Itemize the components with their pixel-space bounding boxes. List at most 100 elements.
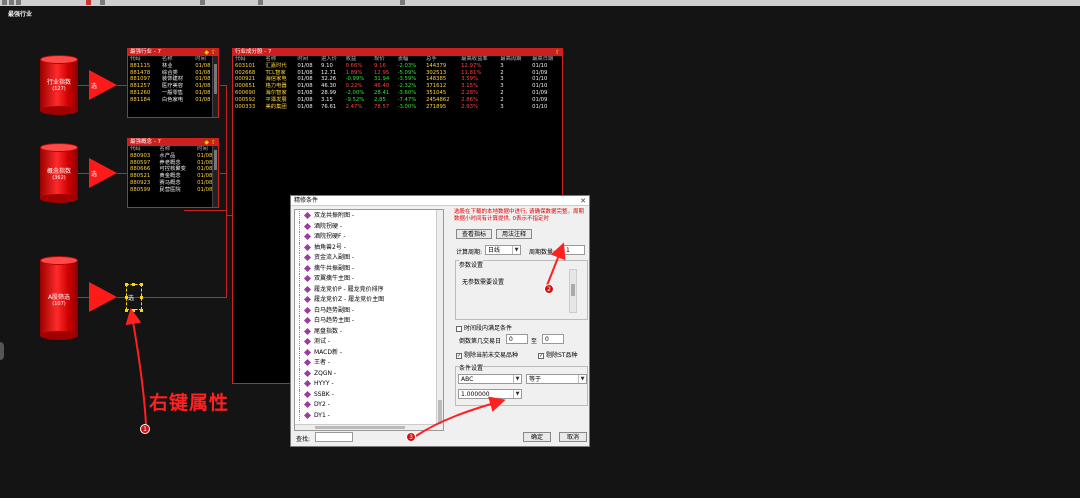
table-row[interactable]: 881115 林业 01/08 <box>128 63 218 70</box>
column-header[interactable]: 名称 <box>157 146 195 153</box>
tree-item[interactable]: 抽角兽2号 - <box>295 242 443 253</box>
table-row[interactable]: 000592 平潭发展 01/08 3.15 -9.52% 2.85 -7.47% 24548… <box>233 97 562 104</box>
column-header[interactable]: 最高收益率 <box>459 56 498 63</box>
exclude-suspended-checkbox[interactable]: ✓ 剔除当前未交易品种 <box>456 350 518 359</box>
chevron-down-icon[interactable]: ▼ <box>513 390 521 398</box>
column-header[interactable]: 最高周期 <box>498 56 530 63</box>
tree-item[interactable]: 白马趋势副图 - <box>295 305 443 316</box>
vertical-scrollbar[interactable] <box>212 146 218 207</box>
chevron-down-icon[interactable]: ▼ <box>578 375 586 383</box>
tree-item[interactable]: 王者 - <box>295 358 443 369</box>
condition-value-select[interactable]: 1.000000 ▼ <box>458 389 522 399</box>
tree-item[interactable]: DY1 - <box>295 410 443 421</box>
column-header[interactable]: 现价 <box>372 56 396 63</box>
cylinder-industry-index[interactable]: 行业指数 (127) <box>40 55 78 115</box>
exclude-st-checkbox[interactable]: ✓ 剔除ST品种 <box>538 350 577 359</box>
table-row[interactable]: 880521 黄金概念 01/08 <box>128 173 218 180</box>
column-header[interactable]: 代码 <box>233 56 264 63</box>
condition-line-value: ABC <box>461 376 474 383</box>
table-row[interactable]: 000333 美的集团 01/08 76.61 2.47% 78.57 -3.00% 2718… <box>233 104 562 111</box>
period-select[interactable]: 日线 ▼ <box>485 245 521 255</box>
side-panel-handle[interactable] <box>0 342 4 360</box>
chevron-down-icon[interactable]: ▼ <box>512 246 520 254</box>
params-scrollbar[interactable] <box>569 269 577 313</box>
tree-item[interactable]: 测试 - <box>295 337 443 348</box>
up-arrow-icon[interactable]: ⇧ <box>211 139 216 146</box>
toolbar-icon-3[interactable] <box>16 0 21 5</box>
tree-item[interactable]: 尾盘指数 - <box>295 326 443 337</box>
tree-item-label: 擒牛共振副图 - <box>314 264 355 272</box>
tree-item[interactable]: 资金流入副图 - <box>295 253 443 264</box>
panel-strongest-concept[interactable]: 最强概念 - 7 ◆ ⇧ 代码 名称 时间 880903 水产品 01/08 8805… <box>127 138 219 208</box>
formula-tree[interactable]: 双龙共振附图 - 酒院拐硬 - 酒院拐硬F - 抽角兽2号 - 资金流入副图 - 擒牛共振… <box>294 209 444 431</box>
toolbar-icon-4[interactable] <box>86 0 91 5</box>
tree-item[interactable]: 履龙竞价P - 履龙竞价排序 <box>295 284 443 295</box>
tree-item[interactable]: 擒牛共振副图 - <box>295 263 443 274</box>
column-header[interactable]: 收益 <box>344 56 372 63</box>
vertical-scrollbar[interactable] <box>212 56 218 117</box>
tree-vertical-scrollbar[interactable] <box>436 210 443 430</box>
condition-line-select[interactable]: ABC ▼ <box>458 374 522 384</box>
diamond-icon[interactable]: ◆ <box>204 49 209 56</box>
range-from-input[interactable]: 0 <box>506 334 528 344</box>
ok-button[interactable]: 确定 <box>523 432 551 442</box>
chevron-down-icon[interactable]: ▼ <box>513 375 521 383</box>
column-header[interactable]: 名称 <box>264 56 296 63</box>
column-header[interactable]: 时间 <box>295 56 319 63</box>
tree-horizontal-scrollbar[interactable] <box>295 424 438 430</box>
find-input[interactable] <box>315 432 353 442</box>
toolbar-icon-6[interactable] <box>200 0 205 5</box>
close-icon[interactable]: ✕ <box>579 197 587 205</box>
tree-item[interactable]: 白马趋势主图 - <box>295 316 443 327</box>
table-row[interactable]: 603101 汇嘉时代 01/08 9.10 0.66% 9.16 -2.03% 144379… <box>233 63 562 70</box>
cylinder-a-share-filter[interactable]: A股筛选 (107) <box>40 256 78 340</box>
condition-operator-select[interactable]: 等于 ▼ <box>526 374 587 384</box>
tree-item[interactable]: SSBK - <box>295 389 443 400</box>
up-arrow-icon[interactable]: ⇧ <box>211 49 216 56</box>
view-formula-button[interactable]: 查看指标 <box>456 229 492 239</box>
column-header[interactable]: 代码 <box>128 146 157 153</box>
time-range-checkbox[interactable]: 时间段内满足条件 <box>456 323 512 332</box>
table-row[interactable]: 880599 民营医院 01/08 <box>128 187 218 194</box>
table-row[interactable]: 880923 赛马概念 01/08 <box>128 180 218 187</box>
column-header[interactable]: 名称 <box>160 56 193 63</box>
filter-triangle-3[interactable] <box>89 282 117 312</box>
tree-item[interactable]: MACD新 - <box>295 347 443 358</box>
tree-item[interactable]: 酒院拐硬F - <box>295 232 443 243</box>
table-cell: 881115 <box>130 62 151 69</box>
table-row[interactable]: 881184 白色家电 01/08 <box>128 97 218 104</box>
column-header[interactable]: 总手 <box>424 56 459 63</box>
column-header[interactable]: 代码 <box>128 56 160 63</box>
tree-item[interactable]: DY2 - <box>295 400 443 411</box>
up-arrow-icon[interactable]: ⇧ <box>555 49 560 56</box>
dialog-titlebar[interactable]: 精修条件 ✕ <box>291 196 589 206</box>
toolbar-icon-5[interactable] <box>100 0 105 5</box>
usage-notes-button[interactable]: 用法注释 <box>496 229 532 239</box>
tree-item[interactable]: 酒院拐硬 - <box>295 221 443 232</box>
diamond-icon[interactable]: ◆ <box>204 139 209 146</box>
toolbar-icon-2[interactable] <box>9 0 14 5</box>
toolbar-icon-8[interactable] <box>400 0 405 5</box>
tree-item[interactable]: 双龙共振附图 - <box>295 211 443 222</box>
tree-item[interactable]: 履龙竞价Z - 履龙竞价主图 <box>295 295 443 306</box>
table-row[interactable]: 880903 水产品 01/08 <box>128 153 218 160</box>
panel-strongest-industry[interactable]: 最强行业 - 7 ◆ ⇧ 代码 名称 时间 881115 林业 01/08 88147… <box>127 48 219 118</box>
column-header[interactable]: 最高日期 <box>530 56 562 63</box>
range-to-input[interactable]: 0 <box>542 334 564 344</box>
range-to-label: 至 <box>531 338 538 345</box>
toolbar-icon-7[interactable] <box>258 0 263 5</box>
table-row[interactable]: 000651 格力电器 01/08 46.30 0.22% 46.40 -2.32% 3716… <box>233 83 562 90</box>
cancel-button[interactable]: 取消 <box>559 432 587 442</box>
column-header[interactable]: 进入价 <box>319 56 344 63</box>
table-row[interactable]: 881260 一般零售 01/08 <box>128 90 218 97</box>
tree-item[interactable]: ZQGN - <box>295 368 443 379</box>
cycle-count-input[interactable]: 1 <box>563 245 585 255</box>
table-row[interactable]: 881257 医疗美容 01/08 <box>128 83 218 90</box>
column-header[interactable]: 涨幅 <box>396 56 424 63</box>
table-row[interactable]: 600690 海尔智家 01/08 28.99 -2.00% 28.41 -3.60% 351… <box>233 90 562 97</box>
tree-item[interactable]: HYYY - <box>295 379 443 390</box>
tree-item-label: 双龙共振附图 - <box>314 212 355 219</box>
toolbar-icon-1[interactable] <box>2 0 7 5</box>
tree-item[interactable]: 双翼擒牛主图 - <box>295 274 443 285</box>
cylinder-concept-index[interactable]: 概念指数 (362) <box>40 143 78 203</box>
